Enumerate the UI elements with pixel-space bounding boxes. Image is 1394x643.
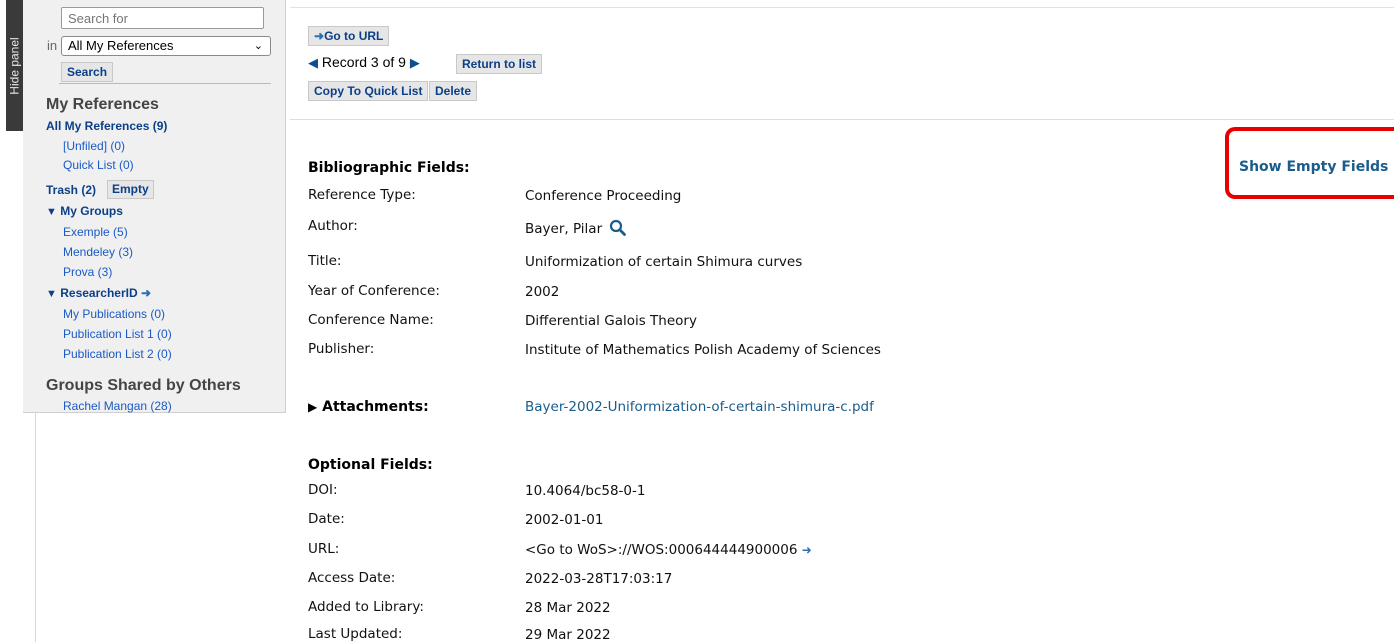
field-label: DOI: xyxy=(308,482,338,498)
field-label: Year of Conference: xyxy=(308,283,440,299)
left-divider xyxy=(35,412,36,642)
sidebar-item-trash[interactable]: Trash (2) xyxy=(46,183,96,197)
hide-panel-tab[interactable]: Hide panel xyxy=(6,0,23,131)
sidebar-item-unfiled[interactable]: [Unfiled] (0) xyxy=(63,139,125,153)
author-field: Bayer, Pilar xyxy=(525,219,627,240)
field-label: URL: xyxy=(308,541,340,557)
hide-panel-label: Hide panel xyxy=(7,36,22,95)
chevron-down-icon: ⌄ xyxy=(253,40,263,52)
url-field: <Go to WoS>://WOS:000644444900006 ➜ xyxy=(525,542,812,558)
search-scope-select[interactable]: All My References ⌄ xyxy=(61,36,271,56)
url-link[interactable]: <Go to WoS>://WOS:000644444900006 xyxy=(525,542,797,558)
field-label: Access Date: xyxy=(308,570,396,586)
sidebar-item-my-groups[interactable]: ▼ My Groups xyxy=(46,204,123,218)
researcherid-label: ResearcherID xyxy=(60,286,138,300)
attachments-label: Attachments: xyxy=(322,399,429,415)
delete-button[interactable]: Delete xyxy=(429,81,478,101)
my-references-heading: My References xyxy=(46,96,159,113)
record-navigator: ◀ Record 3 of 9 ▶ xyxy=(308,54,420,71)
search-scope-value: All My References xyxy=(68,38,174,53)
header-divider xyxy=(290,119,1394,120)
go-to-url-label: Go to URL xyxy=(324,29,384,43)
search-in-label: in xyxy=(47,38,58,53)
field-value: 28 Mar 2022 xyxy=(525,600,611,616)
optional-heading: Optional Fields: xyxy=(308,457,433,473)
field-value: 2002-01-01 xyxy=(525,512,604,528)
sidebar-divider xyxy=(59,83,271,84)
field-label: Date: xyxy=(308,511,345,527)
field-label: Added to Library: xyxy=(308,599,424,615)
sidebar-item-researcherid[interactable]: ▼ ResearcherID ➜ xyxy=(46,286,151,300)
field-value: 29 Mar 2022 xyxy=(525,627,611,643)
sidebar-item-researcherid-list[interactable]: My Publications (0) xyxy=(63,307,165,321)
field-label: Author: xyxy=(308,218,358,234)
record-position: Record 3 of 9 xyxy=(321,54,406,70)
previous-record-icon[interactable]: ◀ xyxy=(308,55,318,70)
triangle-right-icon: ▶ xyxy=(308,400,318,414)
go-to-url-button[interactable]: ➜Go to URL xyxy=(308,26,390,46)
field-value: Uniformization of certain Shimura curves xyxy=(525,254,803,270)
sidebar-item-researcherid-list[interactable]: Publication List 1 (0) xyxy=(63,327,172,341)
arrow-right-icon: ➜ xyxy=(314,29,325,43)
my-groups-label: My Groups xyxy=(60,204,123,218)
triangle-down-icon: ▼ xyxy=(46,288,57,300)
sidebar-item-quick-list[interactable]: Quick List (0) xyxy=(63,158,134,172)
bibliographic-heading: Bibliographic Fields: xyxy=(308,160,470,176)
field-label: Publisher: xyxy=(308,341,375,357)
copy-to-quick-list-button[interactable]: Copy To Quick List xyxy=(308,81,429,101)
sidebar: in All My References ⌄ Search My Referen… xyxy=(23,0,286,413)
field-value: Bayer, Pilar xyxy=(525,221,603,237)
attachments-toggle[interactable]: ▶ Attachments: xyxy=(308,399,429,415)
groups-shared-heading: Groups Shared by Others xyxy=(46,377,241,394)
return-to-list-button[interactable]: Return to list xyxy=(456,54,542,74)
field-value: Conference Proceeding xyxy=(525,188,682,204)
highlight-box xyxy=(1225,127,1394,199)
field-value: Institute of Mathematics Polish Academy … xyxy=(525,342,881,358)
search-input[interactable] xyxy=(61,7,264,29)
field-value: 2002 xyxy=(525,284,560,300)
search-button[interactable]: Search xyxy=(61,62,114,82)
sidebar-item-shared-group[interactable]: Rachel Mangan (28) xyxy=(63,399,172,413)
field-label: Title: xyxy=(308,253,342,269)
field-label: Conference Name: xyxy=(308,312,434,328)
sidebar-item-group[interactable]: Exemple (5) xyxy=(63,225,128,239)
sidebar-item-group[interactable]: Prova (3) xyxy=(63,265,112,279)
record-detail: ➜Go to URL ◀ Record 3 of 9 ▶ Return to l… xyxy=(290,0,1394,643)
sidebar-item-all-references[interactable]: All My References (9) xyxy=(46,119,167,133)
sidebar-item-group[interactable]: Mendeley (3) xyxy=(63,245,133,259)
field-value: 10.4064/bc58-0-1 xyxy=(525,483,646,499)
field-value: Differential Galois Theory xyxy=(525,313,697,329)
sidebar-item-researcherid-list[interactable]: Publication List 2 (0) xyxy=(63,347,172,361)
empty-trash-button[interactable]: Empty xyxy=(107,180,154,199)
top-divider xyxy=(290,7,1394,8)
triangle-down-icon: ▼ xyxy=(46,206,57,218)
external-link-arrow-icon: ➜ xyxy=(140,286,152,300)
next-record-icon[interactable]: ▶ xyxy=(410,55,420,70)
field-value: 2022-03-28T17:03:17 xyxy=(525,571,673,587)
attachment-file-link[interactable]: Bayer-2002-Uniformization-of-certain-shi… xyxy=(525,399,874,415)
search-icon[interactable] xyxy=(609,219,627,240)
field-label: Last Updated: xyxy=(308,626,403,642)
field-label: Reference Type: xyxy=(308,187,416,203)
arrow-right-icon: ➜ xyxy=(801,543,812,557)
